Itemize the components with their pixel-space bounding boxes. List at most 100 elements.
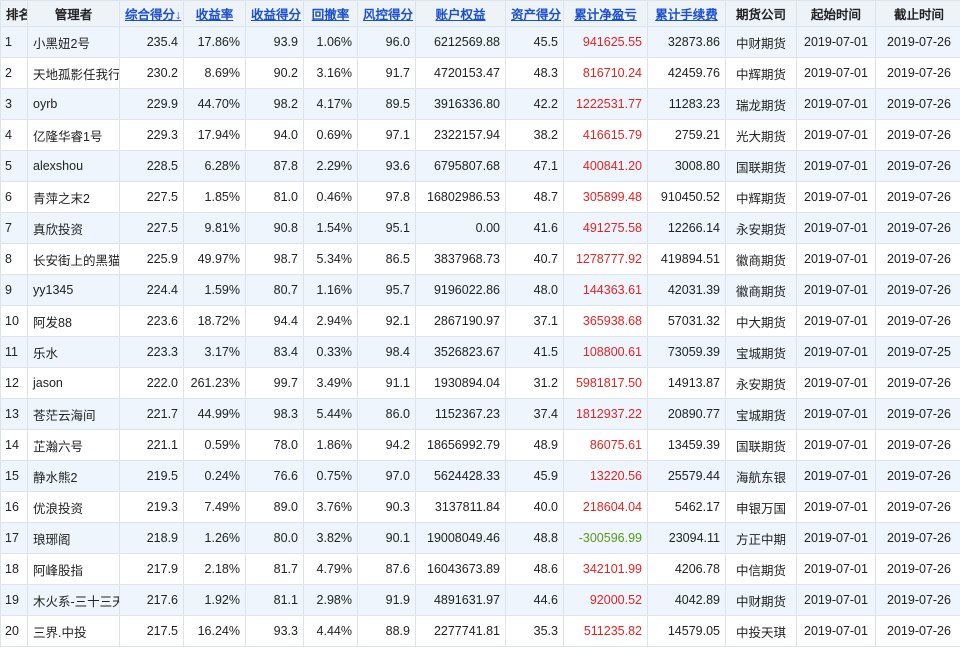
equity-cell: 1152367.23 — [416, 399, 506, 430]
return-score-cell: 78.0 — [246, 430, 304, 461]
asset-score-cell: 41.5 — [506, 337, 564, 368]
end-date-cell: 2019-07-26 — [876, 368, 960, 399]
net-pnl-cell: 144363.61 — [564, 275, 648, 306]
asset-score-cell: 48.3 — [506, 58, 564, 89]
start-date-cell: 2019-07-01 — [797, 89, 876, 120]
manager-cell: oyrb — [28, 89, 120, 120]
drawdown-cell: 3.16% — [304, 58, 358, 89]
start-date-cell: 2019-07-01 — [797, 461, 876, 492]
risk-score-cell: 98.4 — [358, 337, 416, 368]
drawdown-cell: 2.29% — [304, 151, 358, 182]
return-rate-cell: 1.59% — [184, 275, 246, 306]
header-equity[interactable]: 账户权益 — [416, 1, 506, 27]
manager-cell: 静水熊2 — [28, 461, 120, 492]
start-date-cell: 2019-07-01 — [797, 120, 876, 151]
return-rate-cell: 9.81% — [184, 213, 246, 244]
drawdown-cell: 4.79% — [304, 554, 358, 585]
header-return-rate[interactable]: 收益率 — [184, 1, 246, 27]
risk-score-cell: 91.1 — [358, 368, 416, 399]
header-net-pnl[interactable]: 累计净盈亏 — [564, 1, 648, 27]
manager-cell: 苍茫云海间 — [28, 399, 120, 430]
drawdown-cell: 1.16% — [304, 275, 358, 306]
header-fees[interactable]: 累计手续费 — [648, 1, 726, 27]
total-score-cell: 217.9 — [120, 554, 184, 585]
drawdown-cell: 3.49% — [304, 368, 358, 399]
table-body: 1小黑妞2号235.417.86%93.91.06%96.06212569.88… — [1, 27, 960, 647]
manager-cell: yy1345 — [28, 275, 120, 306]
total-score-cell: 227.5 — [120, 213, 184, 244]
fees-cell: 14579.05 — [648, 616, 726, 647]
asset-score-cell: 47.1 — [506, 151, 564, 182]
table-row: 13苍茫云海间221.744.99%98.35.44%86.01152367.2… — [1, 399, 960, 430]
manager-cell: 优浪投资 — [28, 492, 120, 523]
table-row: 5alexshou228.56.28%87.82.29%93.66795807.… — [1, 151, 960, 182]
return-score-cell: 81.1 — [246, 585, 304, 616]
risk-score-cell: 97.1 — [358, 120, 416, 151]
fees-cell: 32873.86 — [648, 27, 726, 58]
rank-cell: 13 — [1, 399, 28, 430]
start-date-cell: 2019-07-01 — [797, 275, 876, 306]
fees-cell: 42031.39 — [648, 275, 726, 306]
broker-cell: 宝城期货 — [726, 337, 797, 368]
manager-cell: 芷瀚六号 — [28, 430, 120, 461]
risk-score-cell: 92.1 — [358, 306, 416, 337]
total-score-cell: 228.5 — [120, 151, 184, 182]
table-row: 16优浪投资219.37.49%89.03.76%90.33137811.844… — [1, 492, 960, 523]
manager-cell: 亿隆华睿1号 — [28, 120, 120, 151]
return-rate-cell: 8.69% — [184, 58, 246, 89]
total-score-cell: 221.1 — [120, 430, 184, 461]
drawdown-cell: 4.44% — [304, 616, 358, 647]
risk-score-cell: 87.6 — [358, 554, 416, 585]
table-row: 1小黑妞2号235.417.86%93.91.06%96.06212569.88… — [1, 27, 960, 58]
total-score-cell: 224.4 — [120, 275, 184, 306]
asset-score-cell: 37.4 — [506, 399, 564, 430]
equity-cell: 9196022.86 — [416, 275, 506, 306]
risk-score-cell: 95.1 — [358, 213, 416, 244]
header-drawdown[interactable]: 回撤率 — [304, 1, 358, 27]
rank-cell: 16 — [1, 492, 28, 523]
net-pnl-cell: 416615.79 — [564, 120, 648, 151]
fees-cell: 12266.14 — [648, 213, 726, 244]
start-date-cell: 2019-07-01 — [797, 616, 876, 647]
rank-cell: 8 — [1, 244, 28, 275]
table-row: 3oyrb229.944.70%98.24.17%89.53916336.804… — [1, 89, 960, 120]
manager-cell: 真欣投资 — [28, 213, 120, 244]
equity-cell: 3526823.67 — [416, 337, 506, 368]
table-row: 18阿峰股指217.92.18%81.74.79%87.616043673.89… — [1, 554, 960, 585]
return-score-cell: 98.7 — [246, 244, 304, 275]
end-date-cell: 2019-07-26 — [876, 523, 960, 554]
equity-cell: 2322157.94 — [416, 120, 506, 151]
fees-cell: 910450.52 — [648, 182, 726, 213]
drawdown-cell: 1.86% — [304, 430, 358, 461]
total-score-cell: 219.5 — [120, 461, 184, 492]
rank-cell: 1 — [1, 27, 28, 58]
return-score-cell: 90.2 — [246, 58, 304, 89]
end-date-cell: 2019-07-26 — [876, 399, 960, 430]
risk-score-cell: 95.7 — [358, 275, 416, 306]
equity-cell: 2277741.81 — [416, 616, 506, 647]
header-asset-score[interactable]: 资产得分 — [506, 1, 564, 27]
drawdown-cell: 1.06% — [304, 27, 358, 58]
rank-cell: 6 — [1, 182, 28, 213]
return-score-cell: 81.7 — [246, 554, 304, 585]
header-total-score[interactable]: 综合得分↓ — [120, 1, 184, 27]
total-score-cell: 229.3 — [120, 120, 184, 151]
manager-cell: 阿峰股指 — [28, 554, 120, 585]
net-pnl-cell: 511235.82 — [564, 616, 648, 647]
table-row: 11乐水223.33.17%83.40.33%98.43526823.6741.… — [1, 337, 960, 368]
broker-cell: 永安期货 — [726, 213, 797, 244]
fees-cell: 42459.76 — [648, 58, 726, 89]
equity-cell: 5624428.33 — [416, 461, 506, 492]
end-date-cell: 2019-07-26 — [876, 244, 960, 275]
broker-cell: 中投天琪 — [726, 616, 797, 647]
total-score-cell: 219.3 — [120, 492, 184, 523]
header-risk-score[interactable]: 风控得分 — [358, 1, 416, 27]
net-pnl-cell: 92000.52 — [564, 585, 648, 616]
broker-cell: 中财期货 — [726, 27, 797, 58]
broker-cell: 徽商期货 — [726, 275, 797, 306]
manager-cell: 乐水 — [28, 337, 120, 368]
return-score-cell: 89.0 — [246, 492, 304, 523]
start-date-cell: 2019-07-01 — [797, 585, 876, 616]
net-pnl-cell: 342101.99 — [564, 554, 648, 585]
header-return-score[interactable]: 收益得分 — [246, 1, 304, 27]
